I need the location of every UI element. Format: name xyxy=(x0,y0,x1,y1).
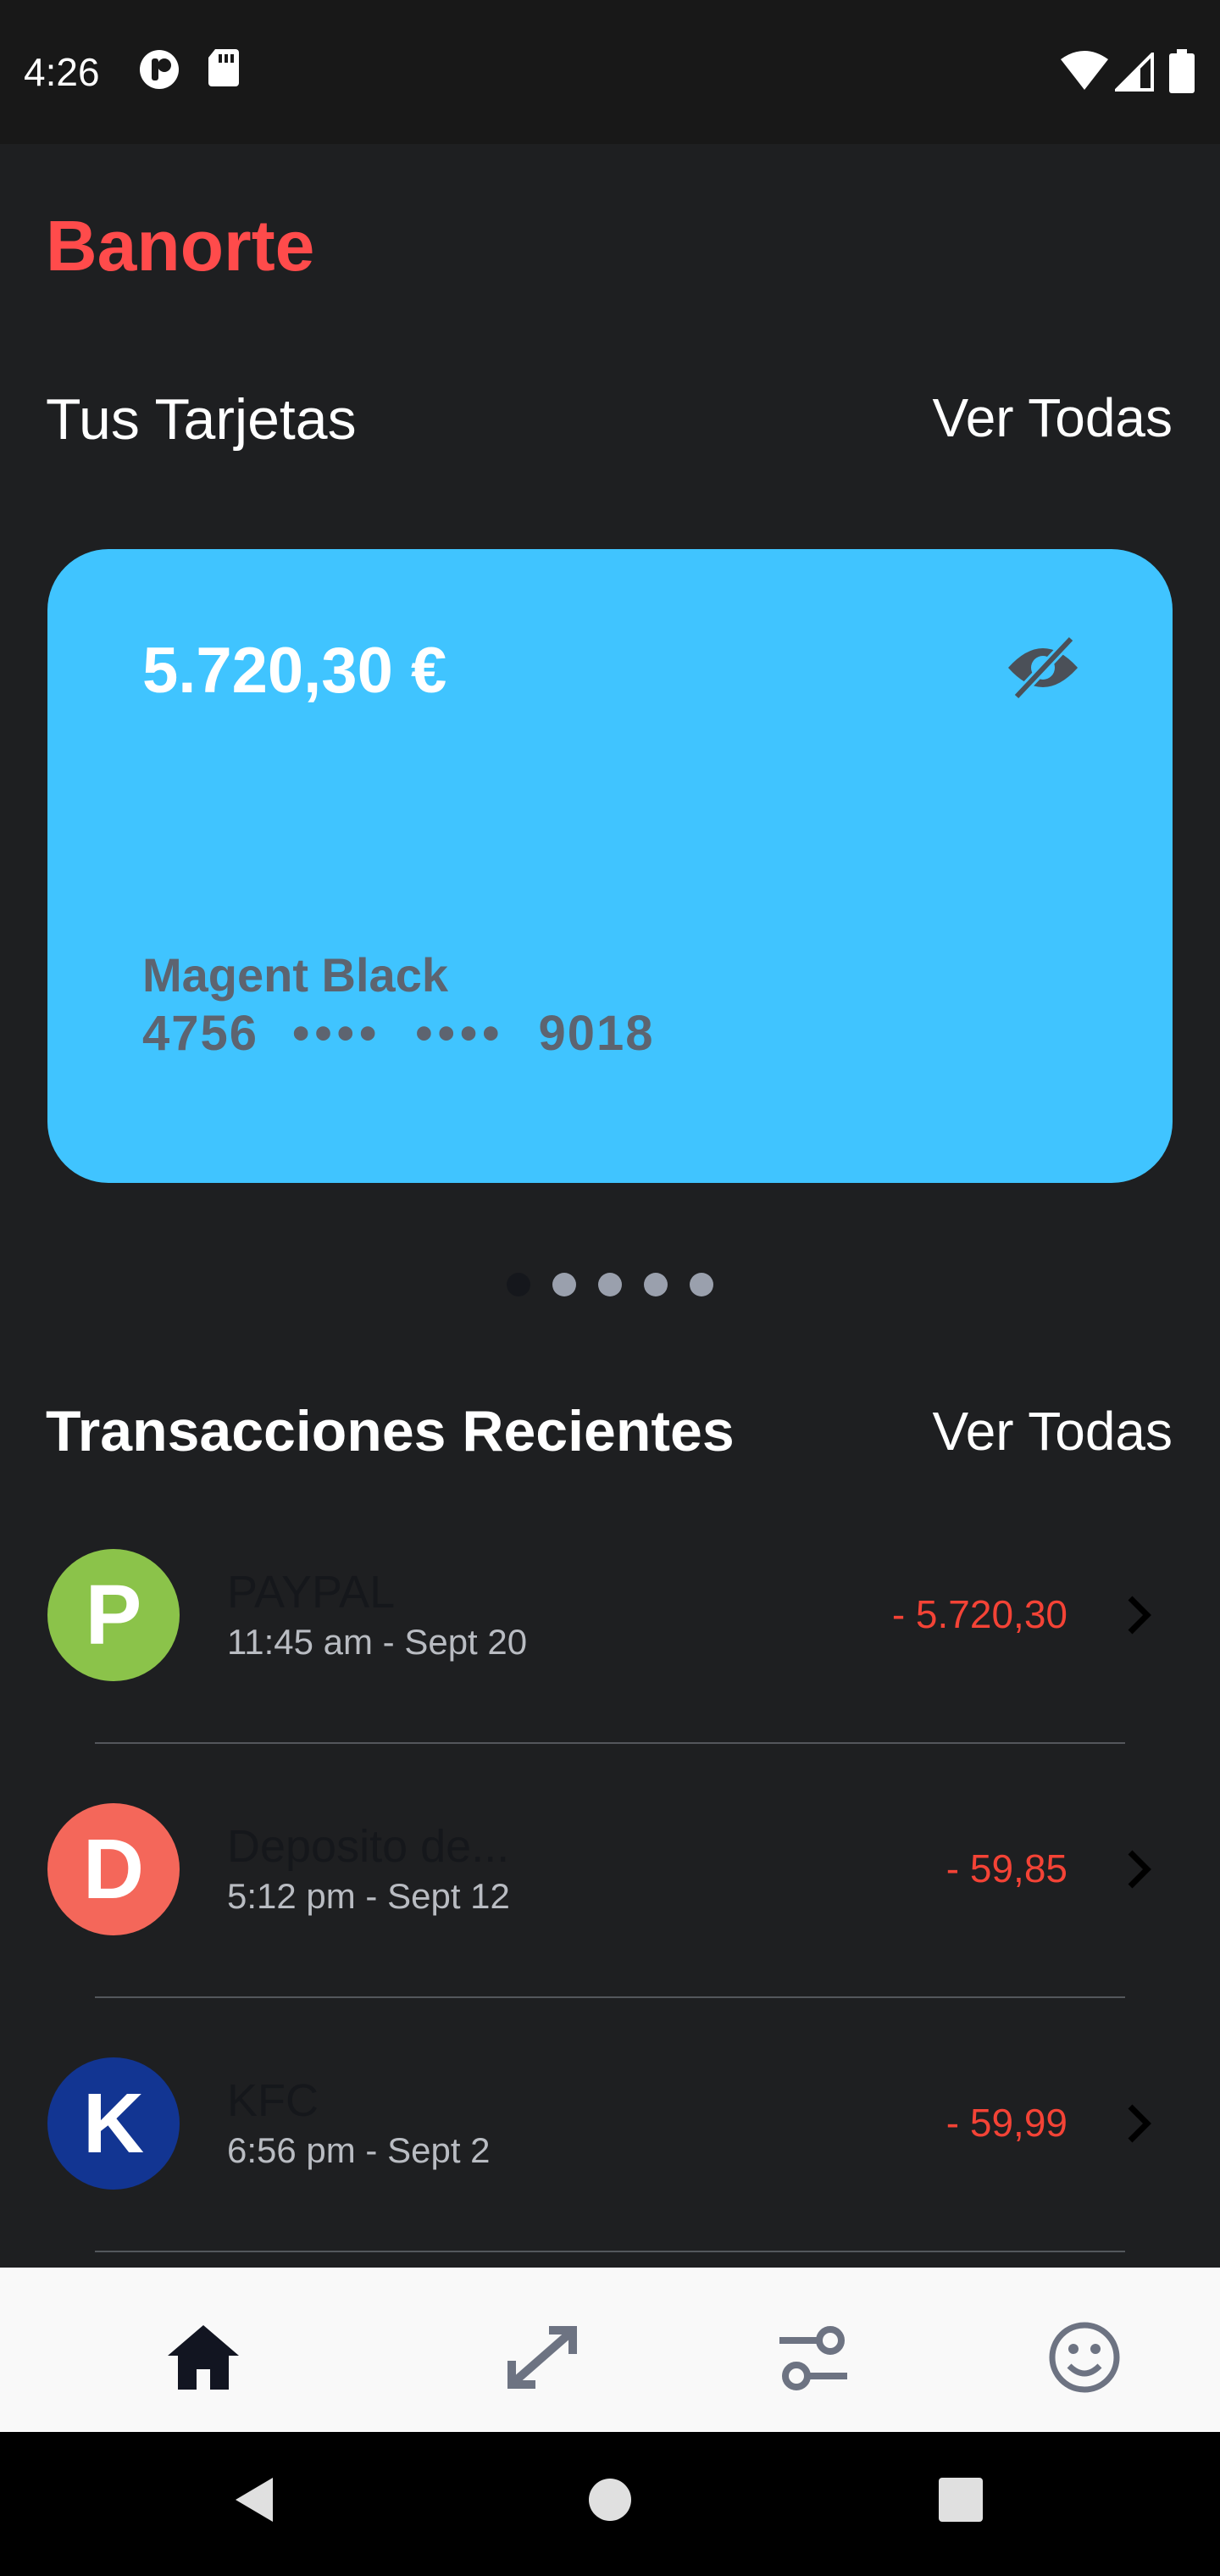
transaction-name: PAYPAL xyxy=(227,1567,396,1618)
card-pager xyxy=(0,1273,1220,1301)
chevron-right-icon[interactable] xyxy=(1122,2100,1156,2151)
chevron-right-icon[interactable] xyxy=(1122,1591,1156,1643)
card-number-end: 9018 xyxy=(538,1006,655,1061)
avatar: K xyxy=(47,2057,180,2190)
divider xyxy=(95,1996,1125,1998)
transaction-row[interactable]: P PAYPAL 11:45 am - Sept 20 - 5.720,30 xyxy=(47,1549,1173,1803)
transactions-view-all-link[interactable]: Ver Todas xyxy=(933,1400,1173,1463)
transaction-date: 6:56 pm - Sept 2 xyxy=(227,2130,491,2170)
bottom-nav xyxy=(0,2268,1220,2432)
pager-dot[interactable] xyxy=(507,1273,530,1296)
card-name: Magent Black xyxy=(142,948,448,1002)
card-number-start: 4756 xyxy=(142,1006,259,1061)
card-balance: 5.720,30 € xyxy=(142,635,447,707)
signal-icon xyxy=(1112,50,1154,96)
home-icon[interactable] xyxy=(161,2315,246,2400)
status-time: 4:26 xyxy=(24,50,100,94)
recents-icon[interactable] xyxy=(939,2478,983,2526)
sd-card-icon xyxy=(207,47,241,92)
pager-dot[interactable] xyxy=(690,1273,713,1296)
battery-icon xyxy=(1169,49,1195,97)
profile-smiley-icon[interactable] xyxy=(1042,2315,1127,2400)
system-nav-bar xyxy=(0,2432,1220,2576)
transaction-date: 11:45 am - Sept 20 xyxy=(227,1622,528,1662)
transaction-row[interactable]: D Deposito de... 5:12 pm - Sept 12 - 59,… xyxy=(47,1803,1173,2057)
pager-dot[interactable] xyxy=(552,1273,576,1296)
pager-dot[interactable] xyxy=(644,1273,668,1296)
transaction-name: Deposito de... xyxy=(227,1821,510,1872)
cards-section-title: Tus Tarjetas xyxy=(46,387,357,452)
app-notification-icon xyxy=(137,47,181,96)
transaction-amount: - 59,99 xyxy=(946,2101,1068,2145)
avatar: D xyxy=(47,1803,180,1935)
chevron-right-icon[interactable] xyxy=(1122,1846,1156,1897)
card-number-mask: •••• xyxy=(415,1006,505,1061)
divider xyxy=(95,2251,1125,2252)
transactions-section-title: Transacciones Recientes xyxy=(46,1399,735,1463)
settings-sliders-icon[interactable] xyxy=(771,2315,856,2400)
eye-off-icon[interactable] xyxy=(1005,634,1081,706)
brand-title: Banorte xyxy=(46,206,315,286)
card-number: 4756 •••• •••• 9018 xyxy=(142,1005,655,1062)
wifi-icon xyxy=(1061,51,1108,94)
divider xyxy=(95,1742,1125,1744)
transfer-icon[interactable] xyxy=(500,2315,585,2400)
credit-card[interactable]: 5.720,30 € Magent Black 4756 •••• •••• 9018 xyxy=(47,549,1173,1183)
status-bar: 4:26 xyxy=(0,0,1220,144)
pager-dot[interactable] xyxy=(598,1273,622,1296)
transaction-amount: - 59,85 xyxy=(946,1846,1068,1890)
avatar: P xyxy=(47,1549,180,1681)
transaction-date: 5:12 pm - Sept 12 xyxy=(227,1876,510,1916)
home-circle-icon[interactable] xyxy=(586,2476,634,2528)
transaction-name: KFC xyxy=(227,2075,319,2126)
back-icon[interactable] xyxy=(230,2474,278,2529)
card-number-mask: •••• xyxy=(292,1006,382,1061)
transaction-amount: - 5.720,30 xyxy=(891,1592,1068,1636)
cards-view-all-link[interactable]: Ver Todas xyxy=(933,386,1173,449)
